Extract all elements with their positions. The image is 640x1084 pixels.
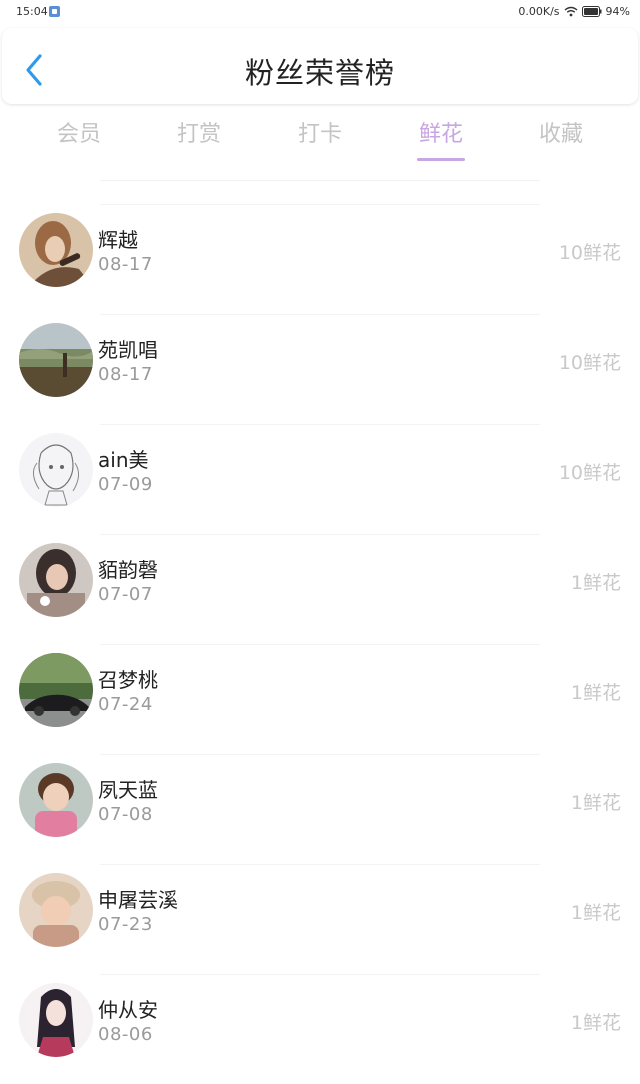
- flower-count: 10鲜花: [558, 242, 621, 264]
- divider: [100, 534, 540, 535]
- flower-count: 10鲜花: [558, 462, 621, 484]
- divider: [100, 974, 540, 975]
- page-title: 粉丝荣誉榜: [244, 56, 395, 90]
- list-item[interactable]: 苑凯唱 08-17 10鲜花: [0, 314, 640, 424]
- avatar[interactable]: [19, 983, 93, 1057]
- divider: [100, 204, 540, 205]
- fan-date: 07-24: [98, 694, 153, 715]
- tab-members[interactable]: 会员: [19, 116, 139, 148]
- flower-count: 1鲜花: [570, 902, 621, 924]
- fan-name: 仲从安: [98, 998, 158, 1022]
- status-indicators: 0.00K/s 94%: [518, 5, 630, 18]
- fan-date: 07-08: [98, 804, 153, 825]
- divider: [100, 754, 540, 755]
- list-item[interactable]: 召梦桃 07-24 1鲜花: [0, 644, 640, 754]
- avatar[interactable]: [19, 323, 93, 397]
- fan-date: 07-07: [98, 584, 153, 605]
- fan-date: 08-06: [98, 1024, 153, 1045]
- wifi-icon: [564, 6, 578, 17]
- fan-name: 苑凯唱: [98, 338, 158, 362]
- tab-favorites[interactable]: 收藏: [501, 116, 621, 148]
- avatar[interactable]: [19, 653, 93, 727]
- fan-list: 辉越 08-17 10鲜花 苑凯唱 08-17 10鲜花 ain美 07-09 …: [0, 204, 640, 1084]
- network-speed: 0.00K/s: [518, 5, 560, 18]
- tab-checkin[interactable]: 打卡: [260, 116, 380, 148]
- list-item[interactable]: 貊韵磬 07-07 1鲜花: [0, 534, 640, 644]
- divider: [100, 424, 540, 425]
- fan-date: 08-17: [98, 364, 153, 385]
- fan-date: 08-17: [98, 254, 153, 275]
- divider: [100, 314, 540, 315]
- fan-name: 召梦桃: [98, 668, 158, 692]
- fan-name: 貊韵磬: [98, 558, 158, 582]
- list-item[interactable]: ain美 07-09 10鲜花: [0, 424, 640, 534]
- list-item[interactable]: 夙天蓝 07-08 1鲜花: [0, 754, 640, 864]
- flower-count: 1鲜花: [570, 572, 621, 594]
- fan-date: 07-09: [98, 474, 153, 495]
- avatar[interactable]: [19, 433, 93, 507]
- app-notification-icon: [49, 6, 60, 17]
- battery-level: 94%: [605, 5, 630, 18]
- flower-count: 10鲜花: [558, 352, 621, 374]
- status-time: 15:04: [16, 5, 48, 18]
- divider: [100, 644, 540, 645]
- avatar[interactable]: [19, 543, 93, 617]
- active-tab-indicator: [417, 158, 465, 161]
- tab-flowers[interactable]: 鲜花: [381, 116, 501, 148]
- header-bar: 粉丝荣誉榜: [2, 28, 638, 104]
- flower-count: 1鲜花: [570, 682, 621, 704]
- fan-date: 07-23: [98, 914, 153, 935]
- list-item[interactable]: 仲从安 08-06 1鲜花: [0, 974, 640, 1084]
- divider: [100, 180, 540, 181]
- fan-name: 辉越: [98, 228, 138, 252]
- avatar[interactable]: [19, 763, 93, 837]
- fan-name: 申屠芸溪: [98, 888, 178, 912]
- fan-name: 夙天蓝: [98, 778, 158, 802]
- tab-rewards[interactable]: 打赏: [139, 116, 259, 148]
- flower-count: 1鲜花: [570, 792, 621, 814]
- fan-name: ain美: [98, 448, 149, 472]
- flower-count: 1鲜花: [570, 1012, 621, 1034]
- avatar[interactable]: [19, 873, 93, 947]
- list-item[interactable]: 申屠芸溪 07-23 1鲜花: [0, 864, 640, 974]
- divider: [100, 864, 540, 865]
- list-item[interactable]: 辉越 08-17 10鲜花: [0, 204, 640, 314]
- avatar[interactable]: [19, 213, 93, 287]
- status-bar: 15:04 0.00K/s 94%: [0, 0, 640, 24]
- battery-icon: [581, 6, 602, 17]
- tab-bar: 会员 打赏 打卡 鲜花 收藏: [0, 112, 640, 164]
